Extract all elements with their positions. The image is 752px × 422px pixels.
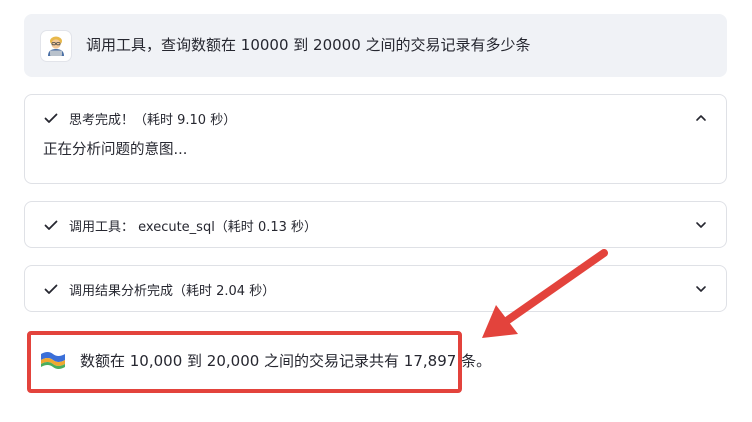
check-icon	[44, 220, 58, 230]
technologist-avatar-icon	[40, 29, 72, 62]
step-tool-call-expander[interactable]: 调用工具： execute_sql（耗时 0.13 秒）	[24, 201, 727, 248]
chevron-up-icon[interactable]	[694, 111, 708, 125]
user-message-text: 调用工具，查询数额在 10000 到 20000 之间的交易记录有多少条	[86, 36, 531, 54]
step-result-analysis-label: 调用结果分析完成（耗时 2.04 秒）	[69, 283, 276, 299]
step-tool-call-label: 调用工具： execute_sql（耗时 0.13 秒）	[69, 219, 318, 235]
step-thinking-expander[interactable]: 思考完成！（耗时 9.10 秒） 正在分析问题的意图...	[24, 94, 727, 184]
check-icon	[44, 113, 58, 123]
chevron-down-icon[interactable]	[694, 218, 708, 232]
step-thinking-label: 思考完成！（耗时 9.10 秒）	[69, 112, 237, 128]
step-thinking-body: 正在分析问题的意图...	[43, 142, 188, 158]
chat-page: 调用工具，查询数额在 10000 到 20000 之间的交易记录有多少条 思考完…	[0, 0, 752, 422]
step-result-analysis-header[interactable]: 调用结果分析完成（耗时 2.04 秒）	[25, 266, 726, 312]
step-result-analysis-expander[interactable]: 调用结果分析完成（耗时 2.04 秒）	[24, 265, 727, 312]
check-icon	[44, 284, 58, 294]
chevron-down-icon[interactable]	[694, 282, 708, 296]
step-thinking-header[interactable]: 思考完成！（耗时 9.10 秒）	[25, 95, 726, 141]
step-tool-call-header[interactable]: 调用工具： execute_sql（耗时 0.13 秒）	[25, 202, 726, 248]
annotation-highlight-box	[27, 331, 462, 393]
user-message: 调用工具，查询数额在 10000 到 20000 之间的交易记录有多少条	[24, 14, 727, 77]
